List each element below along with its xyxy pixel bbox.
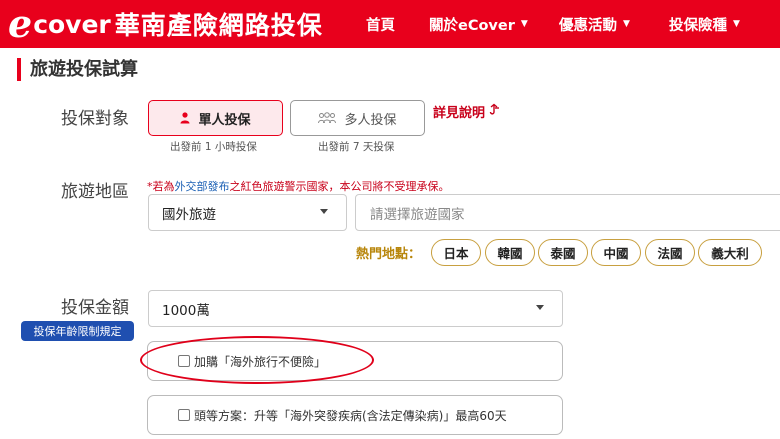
addon-first-class-plan[interactable]: 頭等方案：升等「海外突發疾病(含法定傳染病)」最高60天 (147, 395, 563, 435)
amount-label: 投保金額 (61, 298, 129, 318)
insured-label: 投保對象 (61, 109, 129, 129)
chevron-down-icon: ▼ (623, 19, 630, 29)
country-placeholder: 請選擇旅遊國家 (370, 206, 465, 223)
page-title: 旅遊投保試算 (30, 59, 138, 80)
multi-insured-note: 出發前 7 天投保 (318, 141, 395, 153)
red-warning-notice: *若為外交部發布之紅色旅遊警示國家，本公司將不受理承保。 (147, 178, 450, 194)
group-icon (318, 112, 337, 124)
addon-inconvenience-label: 加購「海外旅行不便險」 (194, 354, 327, 369)
addon-first-class-label: 頭等方案：升等「海外突發疾病(含法定傳染病)」最高60天 (194, 408, 507, 423)
curved-arrow-icon (488, 103, 500, 121)
chevron-down-icon: ▼ (733, 19, 740, 29)
ecover-logo[interactable]: e cover 華南產險網路投保 (8, 3, 323, 45)
addon-travel-inconvenience[interactable]: 加購「海外旅行不便險」 (147, 341, 563, 381)
single-insured-label: 單人投保 (198, 112, 251, 128)
nav-about[interactable]: 關於eCover ▼ (429, 0, 528, 48)
warning-suffix: 之紅色旅遊警示國家，本公司將不受理承保。 (229, 180, 450, 193)
title-accent-bar (17, 58, 21, 81)
nav-promotions-label: 優惠活動 (559, 17, 617, 34)
multi-insured-button[interactable]: 多人投保 (290, 100, 425, 136)
chevron-down-icon (536, 305, 544, 310)
mofa-link[interactable]: 外交部發布 (175, 180, 230, 193)
amount-select[interactable]: 1000萬 (148, 290, 563, 327)
addon-inconvenience-checkbox[interactable] (178, 355, 190, 367)
hot-spot-japan[interactable]: 日本 (431, 239, 481, 266)
chevron-down-icon (320, 209, 328, 214)
logo-cover: cover (33, 9, 111, 39)
single-insured-button[interactable]: 單人投保 (148, 100, 283, 136)
person-icon (180, 112, 190, 124)
nav-home-label: 首頁 (366, 17, 395, 34)
site-header: e cover 華南產險網路投保 首頁 關於eCover ▼ 優惠活動 ▼ 投保… (0, 0, 780, 48)
detail-link-label: 詳見說明 (433, 106, 486, 121)
nav-home[interactable]: 首頁 (366, 0, 395, 48)
amount-value: 1000萬 (162, 302, 210, 319)
logo-e: e (8, 1, 33, 46)
detail-explanation-link[interactable]: 詳見說明 (433, 102, 500, 121)
hot-spot-thailand[interactable]: 泰國 (538, 239, 588, 266)
hot-spot-france[interactable]: 法國 (645, 239, 695, 266)
logo-company-name: 華南產險網路投保 (114, 11, 323, 40)
hot-spot-italy[interactable]: 義大利 (698, 239, 762, 266)
travel-type-value: 國外旅遊 (162, 206, 216, 223)
travel-type-select[interactable]: 國外旅遊 (148, 194, 347, 231)
nav-insurance-types-label: 投保險種 (669, 17, 727, 34)
addon-first-class-checkbox[interactable] (178, 409, 190, 421)
single-insured-note: 出發前 1 小時投保 (170, 141, 257, 153)
country-select-input[interactable]: 請選擇旅遊國家 (355, 194, 780, 231)
hot-spot-china[interactable]: 中國 (591, 239, 641, 266)
multi-insured-label: 多人投保 (344, 112, 397, 128)
nav-about-label: 關於eCover (429, 17, 515, 34)
warning-prefix: *若為 (147, 180, 175, 193)
chevron-down-icon: ▼ (520, 19, 528, 29)
age-limit-badge[interactable]: 投保年齡限制規定 (21, 321, 134, 341)
hot-spot-korea[interactable]: 韓國 (485, 239, 535, 266)
nav-promotions[interactable]: 優惠活動 ▼ (559, 0, 630, 48)
nav-insurance-types[interactable]: 投保險種 ▼ (669, 0, 740, 48)
region-label: 旅遊地區 (61, 182, 129, 202)
hot-spots-label: 熱門地點： (356, 247, 422, 262)
